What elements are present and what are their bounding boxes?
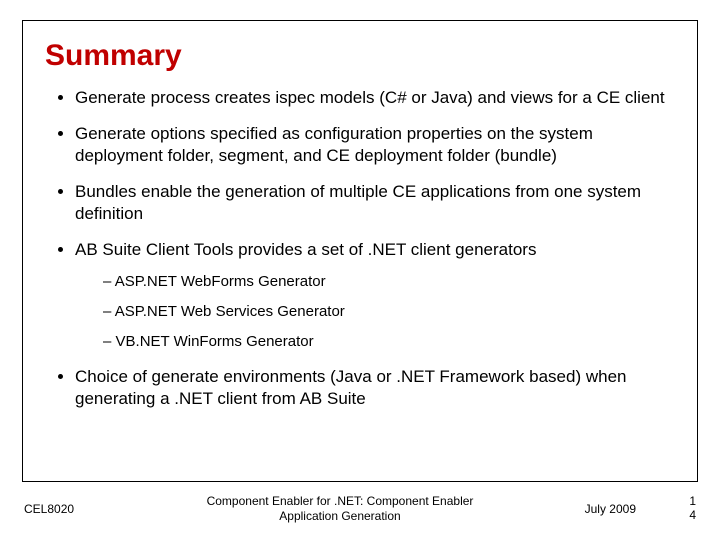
slide-title: Summary [45, 39, 675, 73]
bullet-text: AB Suite Client Tools provides a set of … [75, 240, 536, 259]
page-bottom: 4 [676, 508, 696, 522]
list-item: ASP.NET WebForms Generator [103, 272, 675, 292]
list-item: Bundles enable the generation of multipl… [75, 181, 675, 225]
list-item: Generate process creates ispec models (C… [75, 87, 675, 109]
list-item: VB.NET WinForms Generator [103, 332, 675, 352]
list-item: AB Suite Client Tools provides a set of … [75, 239, 675, 352]
bullet-text: Generate options specified as configurat… [75, 124, 593, 165]
list-item: Choice of generate environments (Java or… [75, 366, 675, 410]
bullet-list: Generate process creates ispec models (C… [45, 87, 675, 411]
bullet-text: Choice of generate environments (Java or… [75, 367, 627, 408]
slide: Summary Generate process creates ispec m… [0, 0, 720, 540]
page-top: 1 [676, 494, 696, 508]
footer: CEL8020 Component Enabler for .NET: Comp… [24, 488, 696, 528]
sub-bullet-text: VB.NET WinForms Generator [116, 333, 314, 350]
bullet-text: Generate process creates ispec models (C… [75, 88, 665, 107]
list-item: ASP.NET Web Services Generator [103, 302, 675, 322]
footer-code: CEL8020 [24, 502, 74, 516]
footer-page: 1 4 [676, 494, 696, 523]
slide-frame: Summary Generate process creates ispec m… [22, 20, 698, 482]
sub-bullet-list: ASP.NET WebForms Generator ASP.NET Web S… [75, 272, 675, 353]
sub-bullet-text: ASP.NET Web Services Generator [115, 303, 345, 320]
bullet-text: Bundles enable the generation of multipl… [75, 182, 641, 223]
footer-title: Component Enabler for .NET: Component En… [184, 494, 496, 524]
footer-date: July 2009 [585, 502, 636, 516]
sub-bullet-text: ASP.NET WebForms Generator [115, 273, 326, 290]
list-item: Generate options specified as configurat… [75, 123, 675, 167]
